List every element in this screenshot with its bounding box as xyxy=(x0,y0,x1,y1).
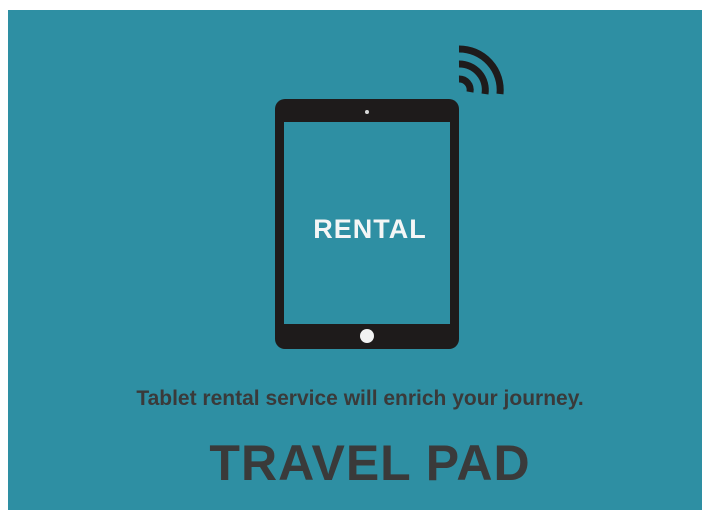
banner: RENTAL Tablet rental service will enrich… xyxy=(8,10,702,510)
wifi-signal-icon xyxy=(458,45,504,95)
camera-dot xyxy=(365,110,369,114)
screen-label: RENTAL xyxy=(313,214,427,244)
brand-name: TRAVEL PAD xyxy=(209,435,531,491)
tagline: Tablet rental service will enrich your j… xyxy=(136,387,584,410)
home-button-icon xyxy=(360,329,374,343)
